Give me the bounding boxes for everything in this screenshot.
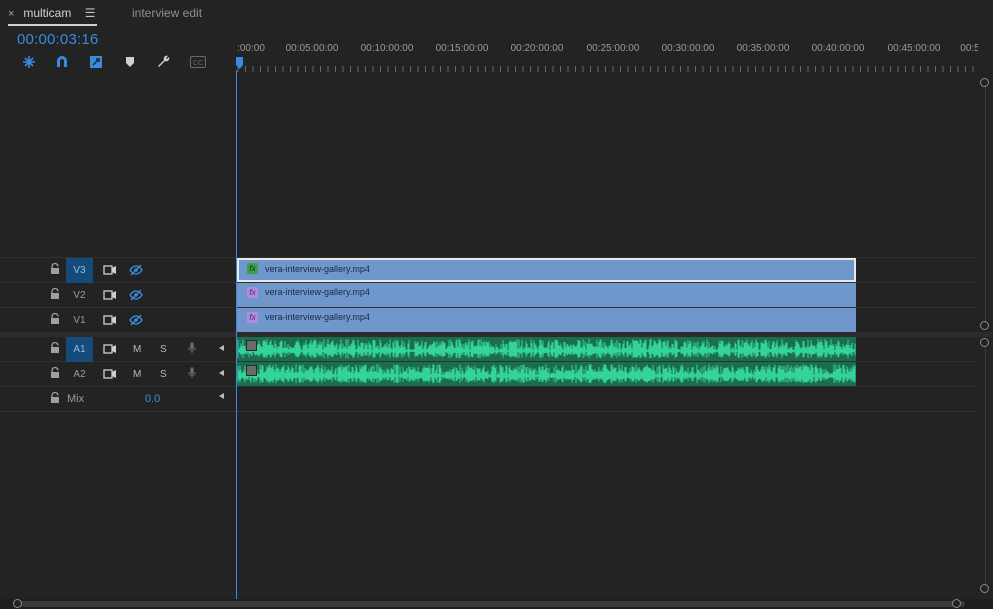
- video-clip-v2[interactable]: fx vera-interview-gallery.mp4: [237, 283, 856, 307]
- collapse-track-icon[interactable]: [219, 370, 224, 376]
- fx-icon: [246, 340, 257, 351]
- zoom-scroll-bar[interactable]: [15, 601, 965, 607]
- timeline-zoom-scrollbar[interactable]: [0, 599, 993, 609]
- eye-hidden-icon[interactable]: [129, 289, 143, 301]
- audio-waveform: [237, 339, 856, 359]
- audio-waveform: [237, 364, 856, 384]
- track-target-v3[interactable]: V3: [66, 258, 93, 283]
- lock-icon[interactable]: [50, 342, 60, 354]
- timeline-toolbar: CC: [18, 53, 218, 71]
- collapse-track-icon[interactable]: [219, 345, 224, 351]
- scrollbar-track: [985, 78, 986, 330]
- fx-icon: fx: [247, 287, 258, 298]
- clip-name: vera-interview-gallery.mp4: [265, 287, 370, 297]
- playhead-handle[interactable]: [236, 57, 243, 69]
- close-icon[interactable]: ×: [8, 1, 20, 27]
- track-header-v3: V3: [0, 258, 236, 283]
- wrench-settings-icon[interactable]: [155, 53, 173, 71]
- scroll-knob-bottom[interactable]: [980, 584, 989, 593]
- ruler-label: :00:00: [237, 43, 265, 54]
- clip-name: vera-interview-gallery.mp4: [265, 264, 370, 274]
- track-header-v2: V2: [0, 283, 236, 308]
- ruler-ticks: [237, 66, 974, 72]
- ruler-label: 00:05:00:00: [285, 43, 339, 54]
- fx-icon: fx: [247, 312, 258, 323]
- ruler-label: 00:5: [960, 43, 978, 54]
- track-target-a1[interactable]: A1: [66, 337, 93, 362]
- menu-icon[interactable]: ☰: [85, 0, 96, 26]
- audio-clip-a2[interactable]: [237, 362, 856, 386]
- track-header-v1: V1: [0, 308, 236, 333]
- captions-icon[interactable]: CC: [189, 53, 207, 71]
- tab-interview-edit[interactable]: interview edit: [132, 0, 202, 26]
- mute-button[interactable]: M: [133, 362, 141, 387]
- track-target-v2[interactable]: V2: [66, 283, 93, 308]
- fx-icon: [246, 365, 257, 376]
- lock-icon[interactable]: [50, 392, 60, 404]
- waveform-path: [237, 364, 856, 384]
- tab-label: multicam: [23, 6, 72, 20]
- sync-lock-icon[interactable]: [103, 314, 117, 326]
- scroll-knob-bottom[interactable]: [980, 321, 989, 330]
- ruler-label: 00:40:00:00: [811, 43, 865, 54]
- microphone-icon[interactable]: [185, 342, 199, 354]
- track-header-mix: Mix 0.0: [0, 387, 236, 412]
- tab-multicam[interactable]: × multicam ☰: [8, 0, 98, 27]
- ruler-label: 00:35:00:00: [736, 43, 790, 54]
- solo-button[interactable]: S: [160, 337, 167, 362]
- waveform-path: [237, 339, 856, 359]
- playhead-timecode[interactable]: 00:00:03:16: [17, 31, 98, 48]
- ruler-label: 00:30:00:00: [661, 43, 715, 54]
- lock-icon[interactable]: [50, 288, 60, 300]
- track-header-a1: A1 M S: [0, 337, 236, 362]
- track-target-v1[interactable]: V1: [66, 308, 93, 333]
- tab-label: interview edit: [132, 6, 203, 20]
- mix-label: Mix: [67, 393, 85, 405]
- video-clip-v3[interactable]: fx vera-interview-gallery.mp4: [237, 258, 856, 282]
- ruler-label: 00:45:00:00: [887, 43, 941, 54]
- add-marker-icon[interactable]: [121, 53, 139, 71]
- scroll-knob-top[interactable]: [980, 338, 989, 347]
- tab-bar: × multicam ☰ interview edit: [0, 0, 993, 28]
- track-header-a2: A2 M S: [0, 362, 236, 387]
- time-ruler[interactable]: :00:00 00:05:00:00 00:10:00:00 00:15:00:…: [236, 28, 978, 72]
- ruler-label: 00:20:00:00: [510, 43, 564, 54]
- snap-magnet-icon[interactable]: [53, 53, 71, 71]
- eye-hidden-icon[interactable]: [129, 314, 143, 326]
- nest-sequence-icon[interactable]: [20, 53, 38, 71]
- zoom-knob-left[interactable]: [13, 599, 22, 608]
- fx-icon: fx: [247, 263, 258, 274]
- scroll-knob-top[interactable]: [980, 78, 989, 87]
- playhead-line[interactable]: [236, 70, 237, 599]
- zoom-knob-right[interactable]: [952, 599, 961, 608]
- eye-hidden-icon[interactable]: [129, 264, 143, 276]
- sync-lock-icon[interactable]: [103, 264, 117, 276]
- video-clip-v1[interactable]: fx vera-interview-gallery.mp4: [237, 308, 856, 332]
- ruler-label: 00:25:00:00: [586, 43, 640, 54]
- ruler-label: 00:10:00:00: [360, 43, 414, 54]
- audio-tracks-scrollbar[interactable]: [978, 338, 993, 593]
- mute-button[interactable]: M: [133, 337, 141, 362]
- lock-icon[interactable]: [50, 367, 60, 379]
- svg-text:CC: CC: [193, 60, 203, 67]
- scrollbar-track: [985, 338, 986, 593]
- sync-lock-icon[interactable]: [103, 289, 117, 301]
- track-target-a2[interactable]: A2: [66, 362, 93, 387]
- ruler-label: 00:15:00:00: [435, 43, 489, 54]
- lock-icon[interactable]: [50, 263, 60, 275]
- lock-icon[interactable]: [50, 313, 60, 325]
- clip-name: vera-interview-gallery.mp4: [265, 312, 370, 322]
- solo-button[interactable]: S: [160, 362, 167, 387]
- microphone-icon[interactable]: [185, 367, 199, 379]
- sync-lock-icon[interactable]: [103, 368, 117, 380]
- video-tracks-scrollbar[interactable]: [978, 78, 993, 330]
- audio-clip-a1[interactable]: [237, 337, 856, 361]
- mix-volume-value[interactable]: 0.0: [145, 387, 160, 412]
- collapse-track-icon[interactable]: [219, 393, 224, 399]
- linked-selection-icon[interactable]: [87, 53, 105, 71]
- sync-lock-icon[interactable]: [103, 343, 117, 355]
